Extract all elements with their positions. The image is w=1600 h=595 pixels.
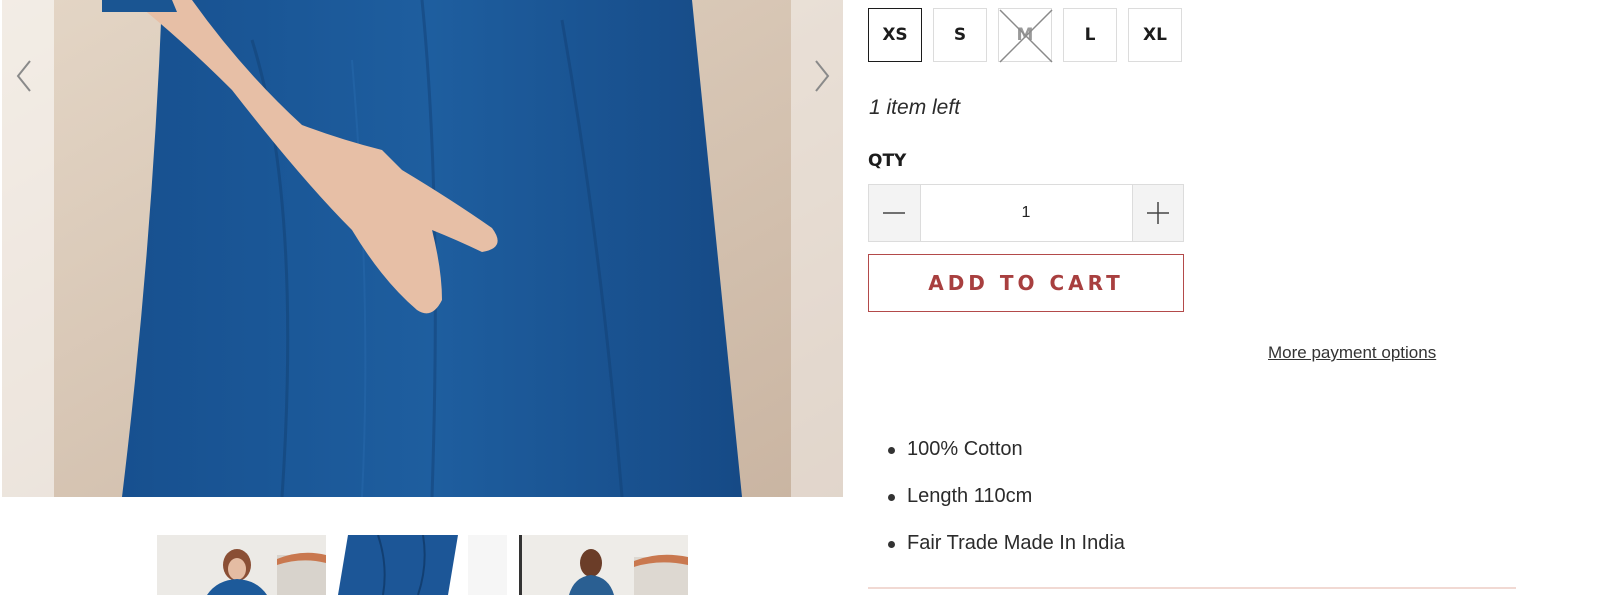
increase-qty-button[interactable] bbox=[1131, 185, 1183, 241]
list-item: Length 110cm bbox=[888, 485, 1125, 532]
size-label: L bbox=[1084, 25, 1096, 45]
gallery-next-button[interactable] bbox=[804, 56, 840, 96]
thumbnail-detail-view[interactable] bbox=[338, 535, 507, 595]
thumbnail-back-view[interactable] bbox=[519, 535, 688, 595]
feature-text: 100% Cotton bbox=[907, 438, 1023, 460]
size-option-m[interactable]: M bbox=[998, 8, 1053, 63]
feature-text: Length 110cm bbox=[907, 485, 1033, 507]
list-item: Fair Trade Made In India bbox=[888, 532, 1125, 579]
size-option-xs[interactable]: XS bbox=[868, 8, 922, 62]
product-main-image bbox=[2, 0, 843, 497]
gallery-prev-button[interactable] bbox=[6, 56, 42, 96]
minus-icon bbox=[883, 212, 906, 214]
size-selector: XS S M L XL bbox=[868, 8, 1182, 63]
add-to-cart-button[interactable]: ADD TO CART bbox=[868, 254, 1184, 312]
size-option-s[interactable]: S bbox=[933, 8, 987, 62]
thumbnail-front-view[interactable] bbox=[157, 535, 326, 595]
sold-out-cross-icon bbox=[999, 9, 1053, 63]
more-payment-options-link[interactable]: More payment options bbox=[1268, 343, 1436, 363]
qty-label: QTY bbox=[868, 151, 907, 171]
stock-status: 1 item left bbox=[869, 96, 961, 119]
size-option-xl[interactable]: XL bbox=[1128, 8, 1182, 62]
list-item: 100% Cotton bbox=[888, 438, 1125, 485]
section-divider bbox=[868, 587, 1516, 589]
bullet-icon bbox=[888, 494, 895, 501]
decrease-qty-button[interactable] bbox=[869, 185, 921, 241]
size-label: S bbox=[953, 25, 967, 45]
feature-text: Fair Trade Made In India bbox=[907, 532, 1125, 554]
bullet-icon bbox=[888, 541, 895, 548]
size-label: XS bbox=[882, 25, 908, 45]
product-image-gallery bbox=[2, 0, 843, 497]
quantity-stepper bbox=[868, 184, 1184, 242]
size-option-l[interactable]: L bbox=[1063, 8, 1117, 62]
quantity-input[interactable] bbox=[920, 185, 1132, 241]
bullet-icon bbox=[888, 447, 895, 454]
size-label: XL bbox=[1143, 25, 1167, 45]
chevron-right-icon bbox=[815, 60, 830, 92]
plus-icon bbox=[1146, 202, 1169, 224]
product-features-list: 100% Cotton Length 110cm Fair Trade Made… bbox=[888, 438, 1125, 579]
thumbnail-strip bbox=[157, 535, 688, 595]
chevron-left-icon bbox=[16, 60, 31, 92]
